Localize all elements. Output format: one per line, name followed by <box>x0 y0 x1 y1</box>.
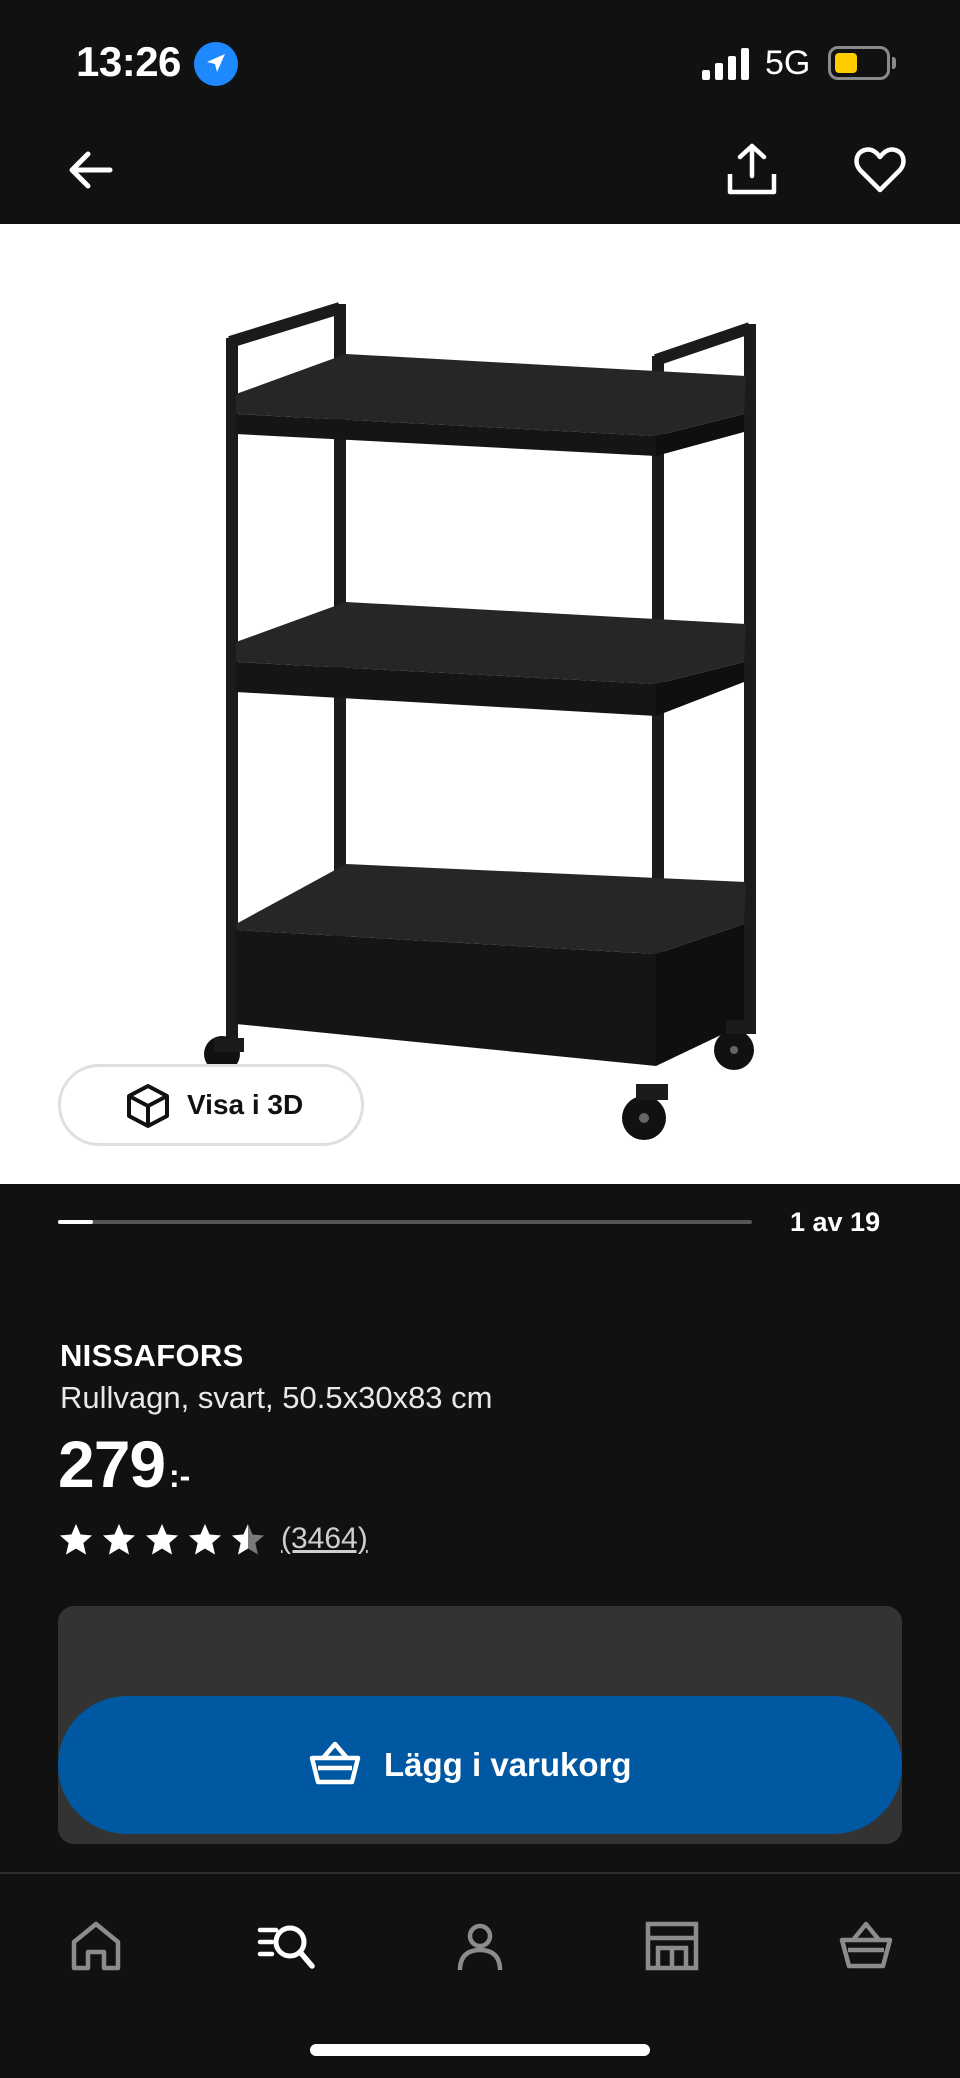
gallery-progress-fill <box>58 1220 93 1224</box>
gallery-progress-bar <box>58 1220 752 1224</box>
price-suffix: :- <box>169 1458 191 1494</box>
product-gallery[interactable]: Visa i 3D <box>0 224 960 1184</box>
store-icon[interactable] <box>642 1916 702 1976</box>
profile-icon[interactable] <box>450 1916 510 1976</box>
view-3d-label: Visa i 3D <box>187 1089 304 1120</box>
product-description: Rullvagn, svart, 50.5x30x83 cm <box>60 1380 493 1415</box>
add-to-cart-button[interactable]: Lägg i varukorg <box>58 1696 902 1834</box>
location-icon <box>194 42 238 86</box>
star-icon <box>146 1524 178 1555</box>
cube-3d-icon <box>127 1084 169 1128</box>
back-arrow-icon[interactable] <box>62 142 118 198</box>
image-counter: 1 av 19 <box>790 1207 881 1237</box>
status-time: 13:26 <box>76 38 181 85</box>
home-indicator <box>310 2044 650 2056</box>
product-price: 279 <box>58 1427 166 1501</box>
basket-icon <box>309 1741 361 1785</box>
add-to-cart-label: Lägg i varukorg <box>384 1746 632 1783</box>
home-icon[interactable] <box>66 1916 126 1976</box>
basket-nav-icon[interactable] <box>836 1916 896 1976</box>
product-image <box>204 302 756 1140</box>
star-icon <box>103 1524 135 1555</box>
status-bar: 13:26 5G <box>0 0 960 120</box>
cellular-signal-icon <box>702 48 749 80</box>
star-icon <box>189 1524 221 1555</box>
star-icon <box>60 1524 92 1555</box>
product-name: NISSAFORS <box>60 1338 244 1373</box>
battery-tip <box>892 57 896 69</box>
battery-icon <box>828 46 890 80</box>
search-icon[interactable] <box>256 1916 316 1976</box>
share-icon[interactable] <box>722 140 782 200</box>
network-type: 5G <box>765 44 811 82</box>
star-icon <box>232 1524 264 1555</box>
heart-icon[interactable] <box>852 142 908 198</box>
star-rating[interactable] <box>58 1522 278 1558</box>
view-3d-button[interactable]: Visa i 3D <box>58 1064 364 1146</box>
review-count-link[interactable]: (3464) <box>281 1522 368 1556</box>
top-nav <box>0 120 960 224</box>
